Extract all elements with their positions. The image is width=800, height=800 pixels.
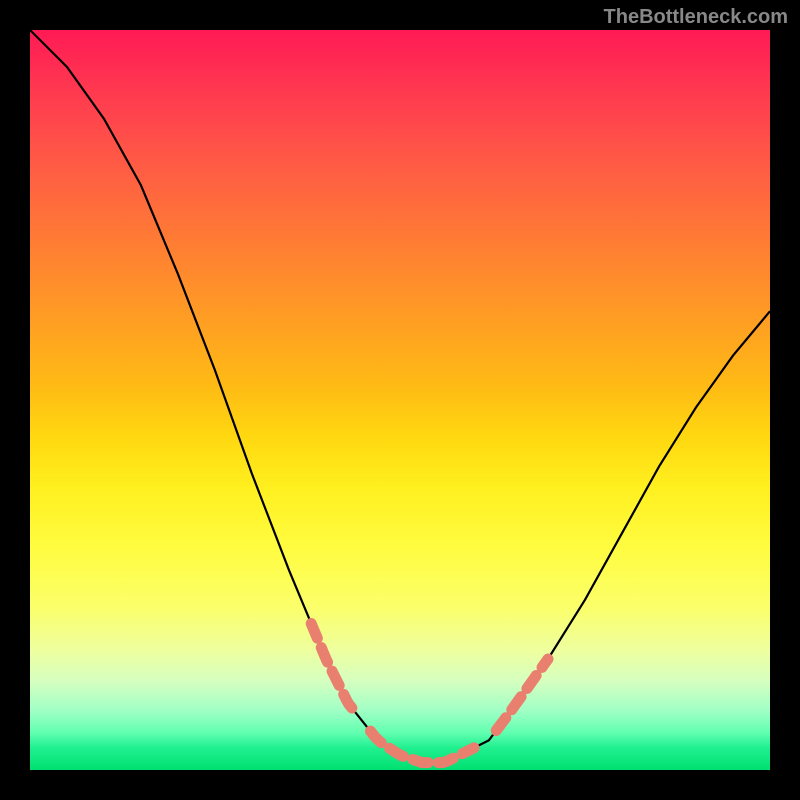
highlight-segment [370, 731, 474, 763]
bottleneck-curve [30, 30, 770, 763]
chart-svg [30, 30, 770, 770]
highlight-segment [311, 624, 355, 713]
highlight-segment [496, 659, 548, 731]
plot-area [30, 30, 770, 770]
watermark-text: TheBottleneck.com [604, 6, 788, 29]
highlight-group [311, 624, 548, 763]
curve-group [30, 30, 770, 763]
